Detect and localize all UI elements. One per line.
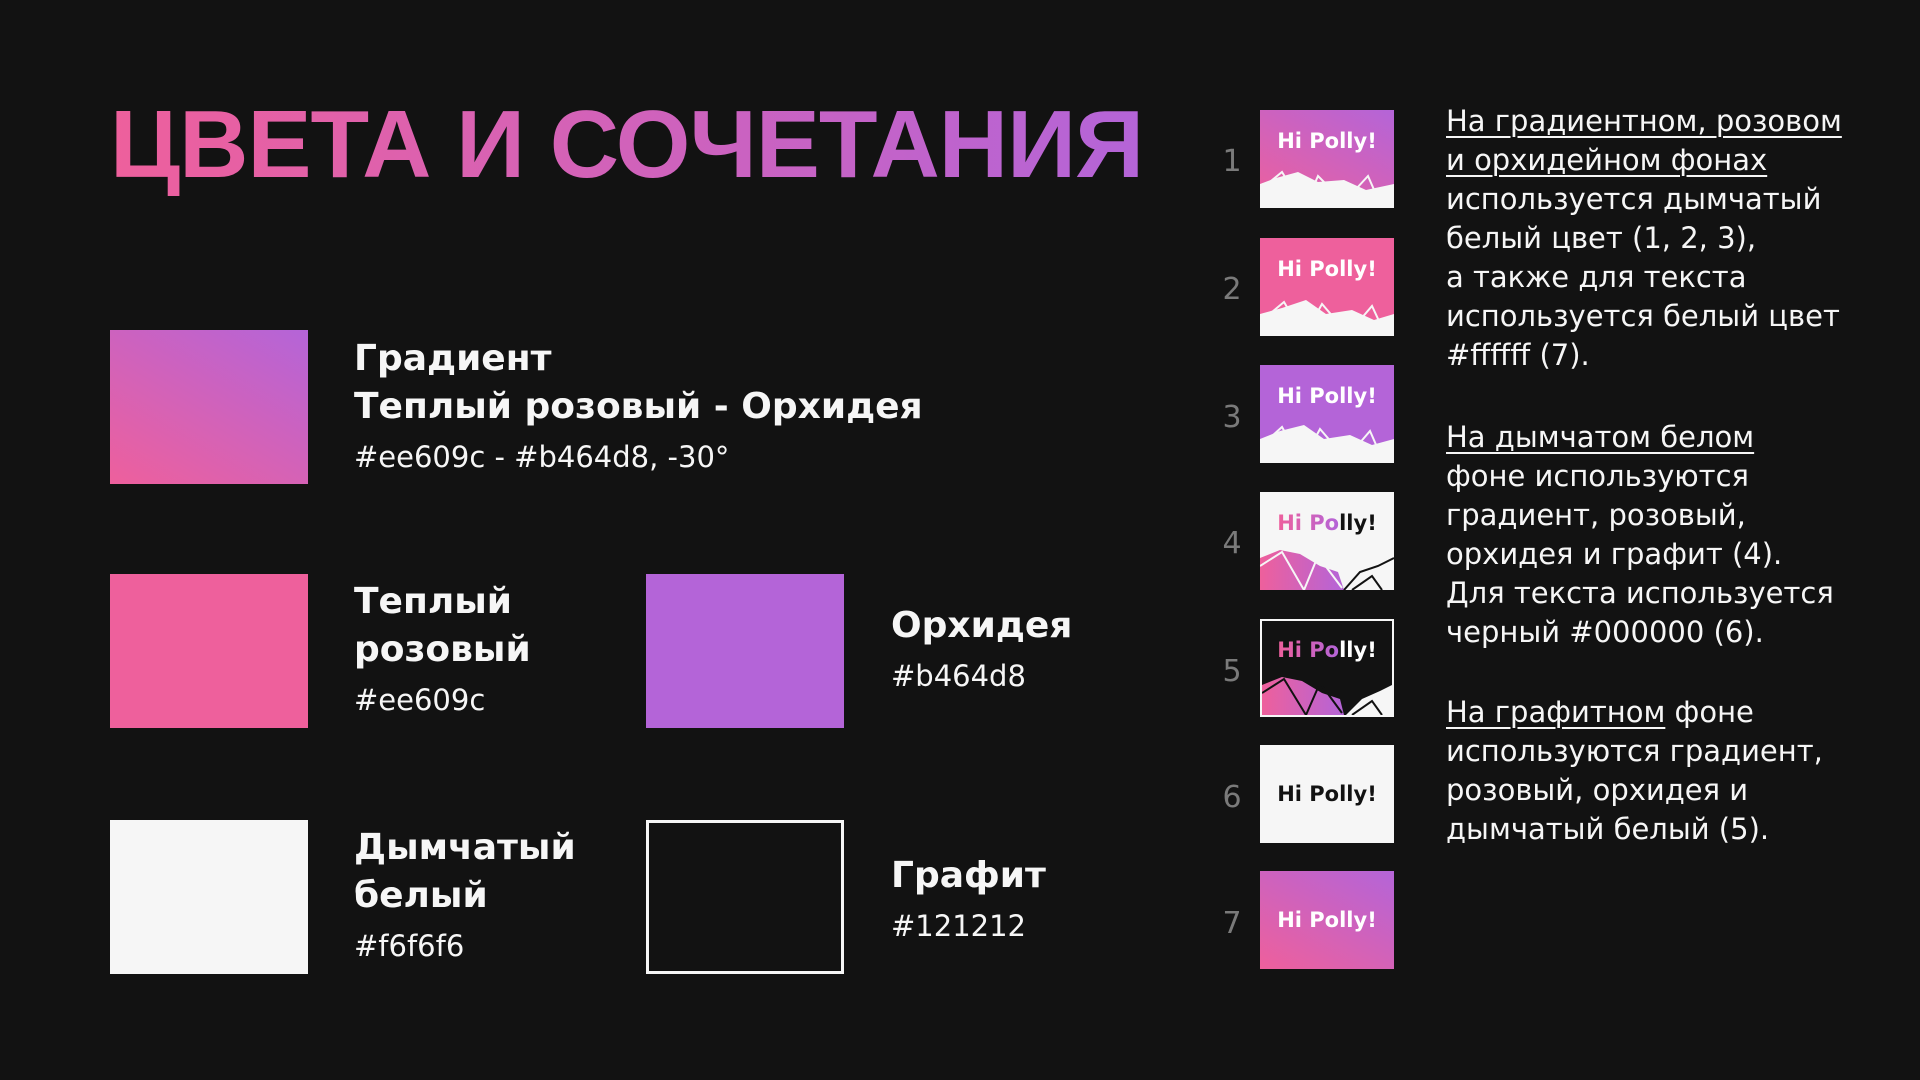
card-label-part-light: lly! <box>1339 638 1377 662</box>
card-label: Hi Polly! <box>1262 637 1392 663</box>
underlined-text: На графитном <box>1446 695 1666 729</box>
description-line: розовый, орхидея и <box>1446 773 1749 807</box>
smoke-white-name-line1: Дымчатый <box>354 827 576 868</box>
description-line: используется белый цвет <box>1446 299 1840 333</box>
smoke-white-swatch <box>110 820 308 974</box>
description-line: градиент, розовый, <box>1446 498 1746 532</box>
polygon-pattern-icon <box>1260 300 1394 336</box>
gradient-swatch <box>110 330 308 484</box>
gradient-description: Градиент Теплый розовый - Орхидея #ee609… <box>354 335 923 477</box>
example-card-4: Hi Polly! <box>1260 492 1394 590</box>
description-paragraph-3: На графитном фоне используются градиент,… <box>1446 693 1876 849</box>
card-label: Hi Polly! <box>1277 129 1377 153</box>
polygon-pattern-icon <box>1260 550 1394 590</box>
card-label: Hi Polly! <box>1260 510 1394 536</box>
description-paragraph-1: На градиентном, розовом и орхидейном фон… <box>1446 102 1876 375</box>
card-label: Hi Polly! <box>1277 384 1377 408</box>
gradient-name-line2: Теплый розовый - Орхидея <box>354 386 923 427</box>
polygon-pattern-icon <box>1260 425 1394 463</box>
orchid-description: Орхидея #b464d8 <box>891 602 1072 696</box>
smoke-white-code: #f6f6f6 <box>354 929 465 963</box>
description-line: используется дымчатый <box>1446 182 1822 216</box>
warm-pink-swatch <box>110 574 308 728</box>
underlined-text: На дымчатом белом <box>1446 420 1755 454</box>
warm-pink-code: #ee609c <box>354 683 486 717</box>
card-label: Hi Polly! <box>1277 257 1377 281</box>
description-line: дымчатый белый (5). <box>1446 812 1770 846</box>
card-label: Hi Polly! <box>1277 782 1377 806</box>
underlined-text: На градиентном, розовом <box>1446 104 1842 138</box>
smoke-white-name-line2: белый <box>354 875 488 916</box>
orchid-swatch <box>646 574 844 728</box>
polygon-pattern-icon <box>1262 677 1392 715</box>
underlined-text: и орхидейном фонах <box>1446 143 1768 177</box>
example-number: 2 <box>1222 272 1242 307</box>
graphite-swatch <box>646 820 844 974</box>
example-card-6: Hi Polly! <box>1260 745 1394 843</box>
example-card-1: Hi Polly! <box>1260 110 1394 208</box>
card-label-part-dark: lly! <box>1339 511 1377 535</box>
description-line: фоне используются <box>1446 459 1749 493</box>
example-card-5: Hi Polly! <box>1260 619 1394 717</box>
description-line: Для текста используется <box>1446 576 1834 610</box>
example-number: 1 <box>1222 144 1242 179</box>
warm-pink-name-line1: Теплый <box>354 581 512 622</box>
card-label-part-gradient: Hi Po <box>1277 638 1340 662</box>
graphite-code: #121212 <box>891 909 1027 943</box>
description-text: фоне <box>1665 695 1754 729</box>
graphite-description: Графит #121212 <box>891 852 1046 946</box>
gradient-code: #ee609c - #b464d8, -30° <box>354 440 730 474</box>
orchid-code: #b464d8 <box>891 659 1026 693</box>
description-line: используются градиент, <box>1446 734 1823 768</box>
page-title: ЦВЕТА И СОЧЕТАНИЯ <box>110 91 1144 198</box>
smoke-white-description: Дымчатый белый #f6f6f6 <box>354 824 576 966</box>
graphite-name: Графит <box>891 855 1046 896</box>
orchid-name: Орхидея <box>891 605 1073 646</box>
description-line: орхидея и графит (4). <box>1446 537 1783 571</box>
description-line: #ffffff (7). <box>1446 338 1590 372</box>
description-paragraph-2: На дымчатом белом фоне используются град… <box>1446 418 1876 652</box>
description-line: черный #000000 (6). <box>1446 615 1764 649</box>
warm-pink-name-line2: розовый <box>354 629 531 670</box>
example-number: 7 <box>1222 906 1242 941</box>
example-number: 5 <box>1222 654 1242 689</box>
card-label: Hi Polly! <box>1277 908 1377 932</box>
card-label-part-gradient: Hi Po <box>1277 511 1340 535</box>
warm-pink-description: Теплый розовый #ee609c <box>354 578 531 720</box>
example-card-7: Hi Polly! <box>1260 871 1394 969</box>
example-card-3: Hi Polly! <box>1260 365 1394 463</box>
description-line: а также для текста <box>1446 260 1747 294</box>
polygon-pattern-icon <box>1260 170 1394 208</box>
description-line: белый цвет (1, 2, 3), <box>1446 221 1757 255</box>
example-number: 6 <box>1222 780 1242 815</box>
example-number: 3 <box>1222 400 1242 435</box>
example-number: 4 <box>1222 526 1242 561</box>
gradient-name-line1: Градиент <box>354 338 552 379</box>
example-card-2: Hi Polly! <box>1260 238 1394 336</box>
